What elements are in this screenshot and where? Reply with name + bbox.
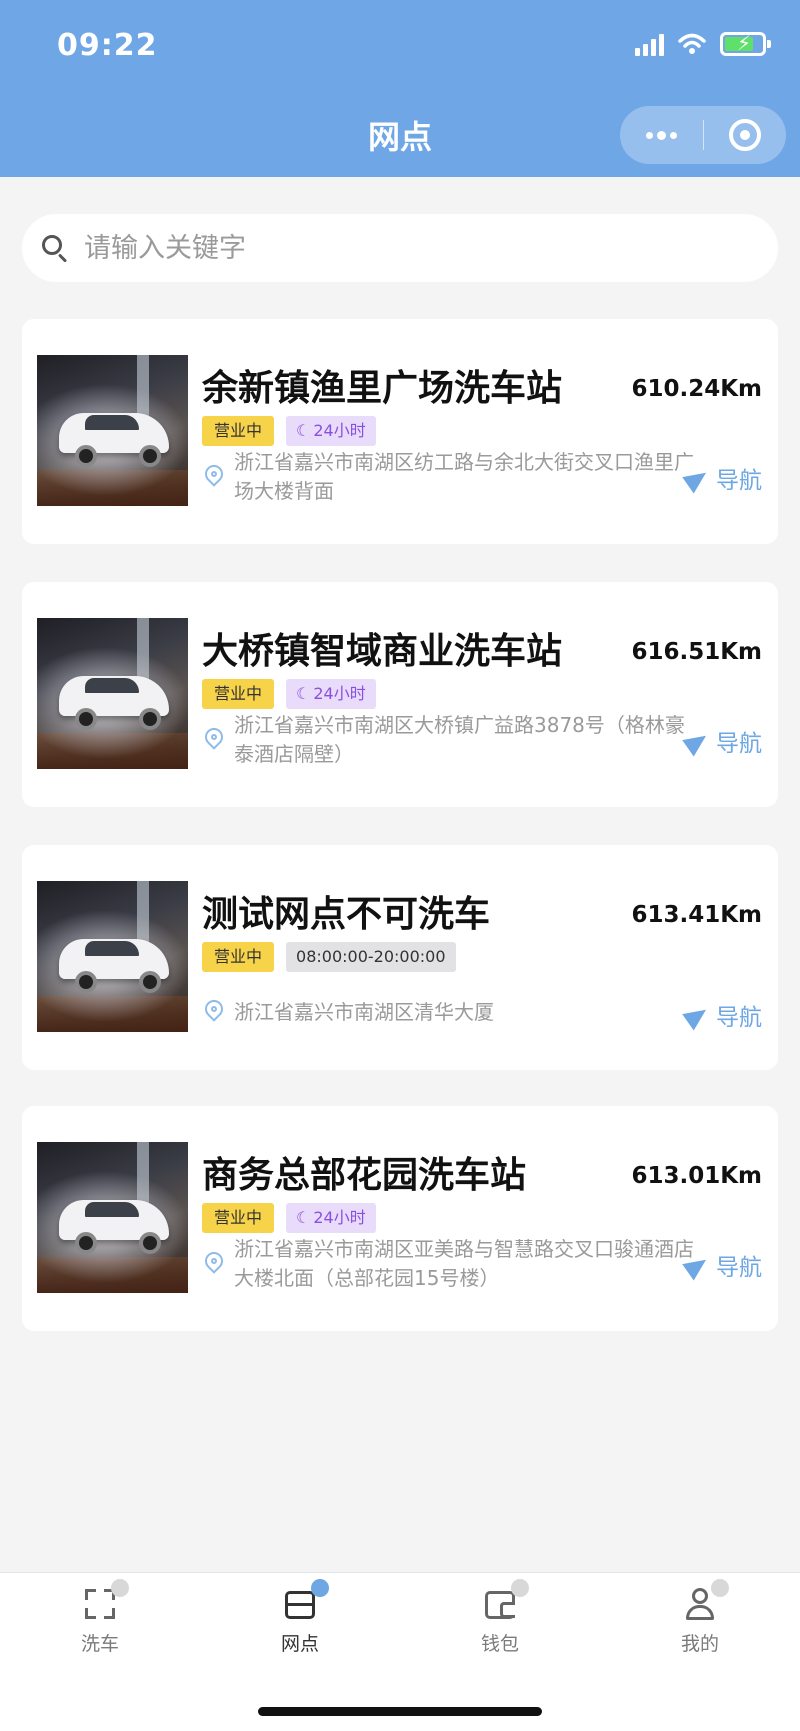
navigate-button[interactable]: 导航	[686, 1248, 762, 1282]
tab-stations[interactable]: 网点	[200, 1579, 400, 1656]
header-bar: 09:22 ⚡ 网点	[0, 0, 800, 177]
more-icon[interactable]	[620, 106, 703, 164]
store-icon	[283, 1579, 329, 1621]
navigate-button[interactable]: 导航	[686, 461, 762, 495]
wifi-icon	[678, 33, 706, 54]
station-thumbnail	[37, 618, 188, 769]
station-card[interactable]: 余新镇渔里广场洗车站 610.24Km 营业中 ☾ 24小时 浙江省嘉兴市南湖区纺…	[22, 319, 778, 544]
paper-plane-icon	[686, 730, 708, 752]
hours-badge: ☾ 24小时	[286, 416, 376, 446]
hours-text: 24小时	[313, 684, 366, 703]
navigate-label: 导航	[716, 1005, 762, 1031]
station-name: 测试网点不可洗车	[202, 894, 491, 935]
wallet-icon	[483, 1579, 529, 1621]
navigate-label: 导航	[716, 1255, 762, 1281]
station-card[interactable]: 商务总部花园洗车站 613.01Km 营业中 ☾ 24小时 浙江省嘉兴市南湖区亚美…	[22, 1106, 778, 1331]
hours-badge: ☾ 24小时	[286, 679, 376, 709]
user-icon	[683, 1579, 729, 1621]
signal-icon	[635, 32, 664, 56]
station-address: 浙江省嘉兴市南湖区亚美路与智慧路交叉口骏通酒店大楼北面（总部花园15号楼）	[234, 1237, 694, 1290]
tab-label: 洗车	[80, 1633, 119, 1655]
tab-profile[interactable]: 我的	[600, 1579, 800, 1656]
station-thumbnail	[37, 881, 188, 1032]
location-pin-icon	[201, 1248, 227, 1284]
moon-icon: ☾	[296, 421, 311, 440]
station-distance: 613.01Km	[631, 1163, 762, 1189]
tab-label: 我的	[680, 1633, 719, 1655]
open-status-badge: 营业中	[202, 416, 275, 446]
hours-text: 24小时	[313, 1208, 366, 1227]
station-name: 余新镇渔里广场洗车站	[202, 368, 563, 409]
mini-program-capsule	[620, 106, 786, 164]
tab-label: 钱包	[480, 1633, 519, 1655]
tab-label: 网点	[280, 1633, 319, 1655]
hours-badge: 08:00:00-20:00:00	[286, 942, 456, 972]
station-distance: 616.51Km	[631, 639, 762, 665]
home-indicator	[258, 1707, 542, 1716]
station-name: 大桥镇智域商业洗车站	[202, 631, 563, 672]
paper-plane-icon	[686, 1254, 708, 1276]
battery-icon: ⚡	[720, 31, 771, 56]
location-pin-icon	[201, 461, 227, 497]
status-time: 09:22	[57, 28, 158, 63]
moon-icon: ☾	[296, 1208, 311, 1227]
station-distance: 613.41Km	[631, 902, 762, 928]
hours-text: 08:00:00-20:00:00	[296, 947, 446, 966]
close-target-icon[interactable]	[704, 106, 786, 164]
paper-plane-icon	[686, 467, 708, 489]
tab-wallet[interactable]: 钱包	[400, 1579, 600, 1656]
scan-icon	[83, 1579, 129, 1622]
search-input[interactable]	[84, 232, 684, 264]
station-card[interactable]: 大桥镇智域商业洗车站 616.51Km 营业中 ☾ 24小时 浙江省嘉兴市南湖区大…	[22, 582, 778, 807]
navigate-button[interactable]: 导航	[686, 724, 762, 758]
search-bar	[22, 214, 778, 282]
station-card[interactable]: 测试网点不可洗车 613.41Km 营业中 08:00:00-20:00:00 …	[22, 845, 778, 1070]
navigate-label: 导航	[716, 731, 762, 757]
station-address: 浙江省嘉兴市南湖区清华大厦	[234, 1000, 494, 1024]
station-address: 浙江省嘉兴市南湖区大桥镇广益路3878号（格林豪泰酒店隔壁）	[234, 713, 685, 766]
navigate-button[interactable]: 导航	[686, 998, 762, 1032]
tab-wash[interactable]: 洗车	[0, 1579, 200, 1656]
navigate-label: 导航	[716, 468, 762, 494]
station-name: 商务总部花园洗车站	[202, 1155, 527, 1196]
location-pin-icon	[201, 996, 227, 1032]
search-icon	[40, 233, 70, 263]
hours-text: 24小时	[313, 421, 366, 440]
open-status-badge: 营业中	[202, 1203, 275, 1233]
paper-plane-icon	[686, 1004, 708, 1026]
moon-icon: ☾	[296, 684, 311, 703]
station-thumbnail	[37, 1142, 188, 1293]
open-status-badge: 营业中	[202, 679, 275, 709]
hours-badge: ☾ 24小时	[286, 1203, 376, 1233]
location-pin-icon	[201, 724, 227, 760]
status-icons: ⚡	[635, 31, 771, 56]
station-address: 浙江省嘉兴市南湖区纺工路与余北大街交叉口渔里广场大楼背面	[234, 450, 694, 503]
station-thumbnail	[37, 355, 188, 506]
station-distance: 610.24Km	[631, 376, 762, 402]
open-status-badge: 营业中	[202, 942, 275, 972]
